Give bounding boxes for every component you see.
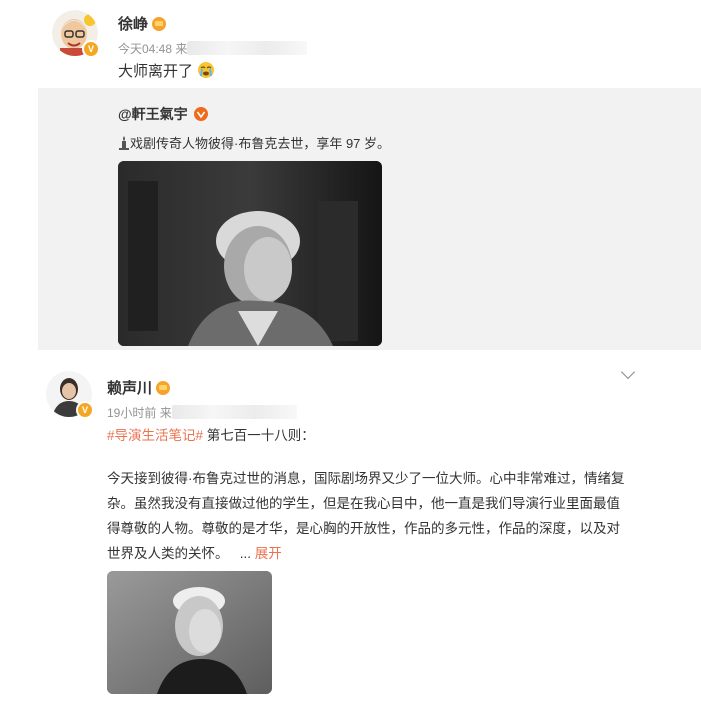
avatar-xuzheng[interactable]: V <box>52 10 100 58</box>
repost-author[interactable]: @軒王氣宇 <box>118 104 208 124</box>
repost-text: 戏剧传奇人物彼得·布鲁克去世，享年 97 岁。 <box>118 133 390 152</box>
body-line: 世界及人类的关怀。 ... 展开 <box>107 546 282 561</box>
author-name[interactable]: 徐峥 <box>118 13 167 34</box>
verified-orange-icon <box>193 107 208 121</box>
post-time-2[interactable]: 19小时前 <box>107 406 156 420</box>
crown-icon-2 <box>156 381 171 395</box>
blurred-source-2 <box>171 405 297 419</box>
post-photo[interactable] <box>107 571 272 694</box>
repost-photo[interactable] <box>118 161 382 346</box>
source-label-2: 来 <box>159 406 172 420</box>
post-body: 今天接到彼得·布鲁克过世的消息，国际剧场界又少了一位大师。心中非常难过，情绪复 … <box>107 466 647 566</box>
expand-link[interactable]: 展开 <box>255 546 282 561</box>
post-time[interactable]: 今天04:48 <box>118 42 172 56</box>
chevron-down-icon[interactable] <box>620 364 636 380</box>
post-meta-2: 19小时前 来 <box>107 404 297 421</box>
body-line: 今天接到彼得·布鲁克过世的消息，国际剧场界又少了一位大师。心中非常难过，情绪复 <box>107 471 625 486</box>
post-text: 大师离开了 <box>118 60 215 81</box>
verified-badge-icon: V <box>82 40 100 58</box>
cry-emoji-icon <box>198 62 215 78</box>
post-heading: #导演生活笔记# 第七百一十八则： <box>107 428 315 443</box>
hashtag-link[interactable]: #导演生活笔记# <box>107 428 203 443</box>
candle-icon <box>119 136 129 150</box>
body-line: 杂。虽然我没有直接做过他的学生，但是在我心目中，他一直是我们导演行业里面最值 <box>107 496 620 511</box>
verified-badge-icon: V <box>76 401 94 419</box>
crown-icon <box>152 17 167 31</box>
avatar-laishengchuan[interactable]: V <box>46 371 94 419</box>
blurred-source <box>187 41 308 55</box>
body-line: 得尊敬的人物。尊敬的是才华，是心胸的开放性，作品的多元性，作品的深度，以及对 <box>107 521 620 536</box>
source-label: 来 <box>175 42 188 56</box>
author-name-2[interactable]: 赖声川 <box>107 377 171 398</box>
post-meta: 今天04:48 来 <box>118 40 308 57</box>
